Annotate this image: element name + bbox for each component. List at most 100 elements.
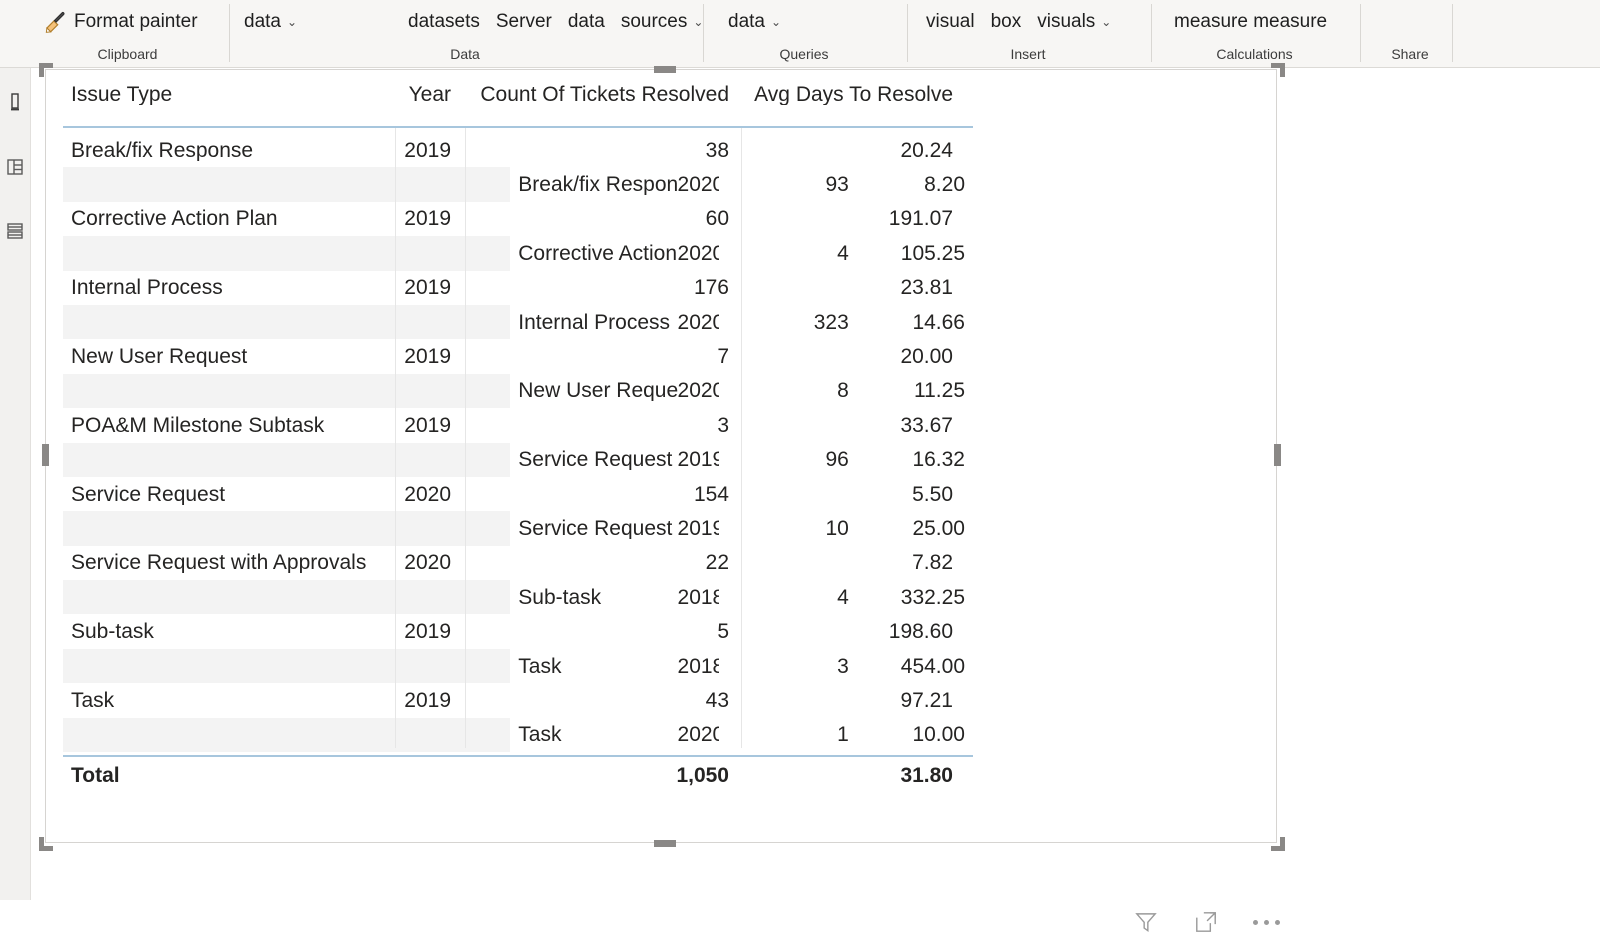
table-row[interactable]: Service Request with Approvals 2020 22 7.82 <box>63 546 973 580</box>
visual-footer-toolbar <box>1131 907 1281 937</box>
table-row[interactable]: New User Request 2019 7 20.00 <box>63 339 973 373</box>
row-band <box>63 648 511 684</box>
table-cell: 22 <box>705 552 729 574</box>
report-canvas[interactable]: Issue Type Year Count Of Tickets Resolve… <box>31 63 1600 933</box>
ribbon-group-label-calculations: Calculations <box>1216 46 1293 62</box>
table-row[interactable]: Corrective Action Plan20204105.25 <box>63 236 973 271</box>
table-row[interactable]: POA&M Milestone Subtask 2019 3 33.67 <box>63 408 973 442</box>
new-measure-button[interactable]: measure measure <box>1174 12 1327 31</box>
table-cell: 38 <box>705 139 729 161</box>
table-cell: 332.25 <box>900 586 965 608</box>
table-cell: 43 <box>705 689 729 711</box>
resize-handle-bottom-right[interactable] <box>1269 835 1285 851</box>
table-cell: 2019 <box>404 689 451 711</box>
view-switcher-sidebar <box>0 68 31 900</box>
filter-icon[interactable] <box>1131 907 1161 937</box>
data-dropdown-button[interactable]: data ⌄ <box>244 12 297 31</box>
ribbon-item-label: measure measure <box>1174 10 1328 32</box>
table-row[interactable]: Service Request 2019 96 16.32 <box>63 442 973 477</box>
resize-handle-bottom-center[interactable] <box>654 840 676 847</box>
table-total-row: Total 1,050 31.80 <box>63 755 973 795</box>
table-visual[interactable]: Issue Type Year Count Of Tickets Resolve… <box>39 63 1285 851</box>
table-cell: 105.25 <box>900 242 965 264</box>
table-cell: 2020 <box>404 552 451 574</box>
table-cell: 2020 <box>404 483 451 505</box>
table-row[interactable]: Service Request with Approvals20191025.0… <box>63 511 973 546</box>
sources-dropdown-button[interactable]: sources ⌄ <box>621 12 704 31</box>
table-cell: 198.60 <box>888 621 953 643</box>
visual-button[interactable]: visual <box>926 12 975 31</box>
ribbon-item-label: visuals <box>1037 10 1096 32</box>
table-row[interactable]: Break/fix Response 2019 38 20.24 <box>63 133 973 167</box>
table-row[interactable]: Internal Process 2020 323 14.66 <box>63 304 973 340</box>
table-row[interactable]: Corrective Action Plan 2019 60 191.07 <box>63 202 973 236</box>
chevron-down-icon: ⌄ <box>286 15 298 29</box>
datasets-button[interactable]: datasets <box>408 12 480 31</box>
focus-mode-icon[interactable] <box>1191 907 1221 937</box>
box-button[interactable]: box <box>991 12 1022 31</box>
table-cell: 2020 <box>677 724 720 746</box>
server-button[interactable]: Server <box>496 12 552 31</box>
ribbon: Format painter Clipboard data ⌄ datasets… <box>0 0 1600 68</box>
data-button[interactable]: data <box>568 12 605 31</box>
column-header-count[interactable]: Count Of Tickets Resolved <box>465 84 741 105</box>
table-row[interactable]: Task 2019 43 97.21 <box>63 683 973 717</box>
header-rule <box>63 126 973 128</box>
table-cell: Task <box>518 655 562 677</box>
column-header-year[interactable]: Year <box>395 84 465 105</box>
more-options-icon[interactable] <box>1251 907 1281 937</box>
table-row[interactable]: Break/fix Response2020938.20 <box>63 167 973 202</box>
resize-handle-bottom-left[interactable] <box>39 835 55 851</box>
visuals-dropdown-button[interactable]: visuals ⌄ <box>1037 12 1111 31</box>
table-cell: 2019 <box>404 139 451 161</box>
resize-handle-top-center[interactable] <box>654 66 676 73</box>
table-cell: Service Request <box>518 449 673 471</box>
ribbon-item-label: data <box>244 10 281 32</box>
table-row[interactable]: Sub-task 2019 5 198.60 <box>63 614 973 648</box>
resize-handle-left-middle[interactable] <box>42 444 49 466</box>
row-band <box>63 304 511 340</box>
table-cell: 454.00 <box>900 655 965 677</box>
table-cell: 25.00 <box>912 517 965 539</box>
chevron-down-icon: ⌄ <box>1101 15 1112 29</box>
table-cell: 176 <box>693 277 729 299</box>
table-cell: 5 <box>717 621 729 643</box>
table-cell: 97.21 <box>900 689 953 711</box>
table-cell: Sub-task <box>71 621 154 643</box>
ribbon-group-label-queries: Queries <box>779 46 829 62</box>
table-row[interactable]: Sub-task 2018 4 332.25 <box>63 580 973 615</box>
column-header-issue-type[interactable]: Issue Type <box>63 84 395 105</box>
resize-handle-right-middle[interactable] <box>1274 444 1281 466</box>
table-row[interactable]: Service Request 2020 154 5.50 <box>63 477 973 511</box>
column-header-avg[interactable]: Avg Days To Resolve <box>741 84 961 105</box>
table-row[interactable]: New User Request 2020 8 11.25 <box>63 373 973 409</box>
total-label: Total <box>71 764 120 786</box>
table-cell: 2019 <box>404 414 451 436</box>
table-cell: POA&M Milestone Subtask <box>71 414 325 436</box>
table-header: Issue Type Year Count Of Tickets Resolve… <box>63 82 973 128</box>
table-body[interactable]: Break/fix Response 2019 38 20.24 Break/fix R… <box>63 133 973 753</box>
resize-handle-top-right[interactable] <box>1269 63 1285 79</box>
ribbon-group-clipboard: Format painter Clipboard <box>30 0 225 68</box>
resize-handle-top-left[interactable] <box>39 63 55 79</box>
table-cell: 20.24 <box>900 139 953 161</box>
chevron-down-icon: ⌄ <box>770 15 782 29</box>
table-cell: 2019 <box>404 621 451 643</box>
sidebar-item-model-view[interactable] <box>4 220 26 242</box>
sidebar-item-data-view[interactable] <box>4 156 26 178</box>
queries-data-dropdown-button[interactable]: data ⌄ <box>728 12 781 31</box>
table-row[interactable]: Task 2018 3 454.00 <box>63 648 973 684</box>
table-cell: 3 <box>717 414 729 436</box>
format-painter-button[interactable]: Format painter <box>42 8 198 34</box>
table-row[interactable]: Internal Process 2019 176 23.81 <box>63 271 973 305</box>
column-separator-year <box>395 128 396 748</box>
table-cell: 2020 <box>677 311 720 333</box>
total-rule <box>63 755 973 758</box>
ribbon-group-calculations: measure measure Calculations <box>1152 0 1357 68</box>
table-cell: New User Request <box>71 346 248 368</box>
table-header-row: Issue Type Year Count Of Tickets Resolve… <box>63 82 973 126</box>
data-table[interactable]: Issue Type Year Count Of Tickets Resolve… <box>63 82 973 795</box>
table-row[interactable]: Task 2020 1 10.00 <box>63 717 973 753</box>
ribbon-item-label: data <box>728 10 765 32</box>
sidebar-item-report-view[interactable] <box>4 91 26 113</box>
